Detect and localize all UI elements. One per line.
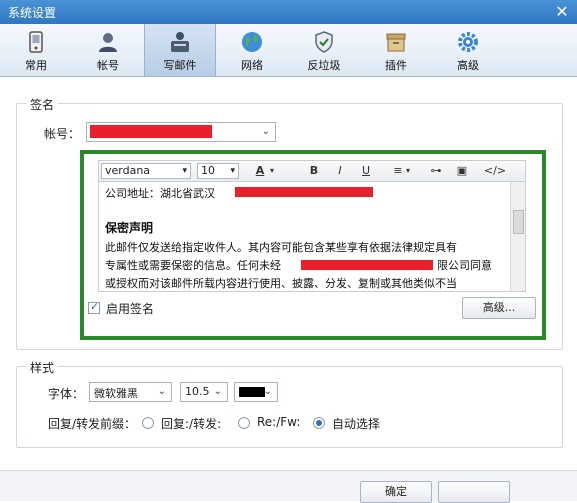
tab-antispam-label: 反垃圾 (307, 59, 341, 72)
tab-compose[interactable]: 写邮件 (144, 24, 216, 76)
close-icon[interactable]: ✕ (553, 3, 571, 21)
radio-reply-chinese-label: 回复:/转发: (161, 417, 222, 431)
settings-toolbar: 常用 帐号 写邮件 网络 反垃圾 插件 高级 (0, 24, 577, 77)
tab-advanced-label: 高级 (457, 59, 479, 72)
chevron-down-icon: ⌄ (213, 386, 222, 397)
redacted-company (301, 260, 433, 270)
font-select[interactable]: 微软雅黑 ⌄ (89, 382, 172, 402)
tab-antispam[interactable]: 反垃圾 (288, 24, 360, 76)
underline-button[interactable]: U (357, 163, 375, 179)
font-color-select[interactable]: ⌄ (234, 382, 278, 402)
enable-signature-checkbox[interactable]: ✓ (88, 300, 100, 314)
image-icon[interactable]: ▣ (453, 163, 471, 179)
signature-line-body-2b: 限公司同意 (437, 259, 492, 272)
chevron-down-icon: ▾ (182, 166, 187, 176)
chevron-down-icon: ⌄ (157, 386, 166, 397)
font-family-value: verdana (105, 164, 151, 177)
font-size-style-select[interactable]: 10.5 ⌄ (180, 382, 228, 402)
chevron-down-icon[interactable]: ▾ (403, 163, 413, 179)
font-family-select[interactable]: verdana ▾ (101, 163, 191, 179)
italic-button[interactable]: I (331, 163, 349, 179)
editor-scrollbar[interactable] (510, 182, 525, 291)
style-group (16, 366, 563, 448)
radio-reply-chinese[interactable] (142, 417, 154, 429)
enable-signature-label: 启用签名 (106, 302, 155, 316)
tab-plugins-label: 插件 (385, 59, 407, 72)
font-color-swatch (239, 387, 265, 397)
source-code-button[interactable]: </> (481, 163, 509, 179)
tab-network-label: 网络 (241, 59, 263, 72)
account-label: 帐号： (44, 127, 81, 141)
gear-icon (458, 32, 478, 52)
font-size-style-value: 10.5 (185, 385, 210, 398)
radio-re-fw-label: Re:/Fw: (257, 415, 301, 429)
radio-auto-select[interactable] (313, 417, 325, 429)
tab-plugins[interactable]: 插件 (360, 24, 432, 76)
reply-prefix-label: 回复/转发前缀： (48, 417, 137, 431)
link-icon[interactable]: ⊶ (427, 163, 445, 179)
style-group-title: 样式 (26, 359, 59, 376)
compose-icon (171, 32, 189, 52)
chevron-down-icon: ▾ (230, 166, 235, 176)
font-size-value: 10 (201, 164, 215, 177)
redacted-address (235, 187, 373, 197)
tab-advanced[interactable]: 高级 (432, 24, 504, 76)
tab-general[interactable]: 常用 (0, 24, 72, 76)
signature-group-title: 签名 (26, 96, 59, 113)
signature-line-body-1: 此邮件仅发送给指定收件人。其内容可能包含某些享有依据法律规定具有 (105, 241, 457, 254)
signature-content[interactable]: 公司地址：湖北省武汉 保密声明 此邮件仅发送给指定收件人。其内容可能包含某些享有… (98, 182, 526, 292)
user-icon (99, 33, 117, 52)
chevron-down-icon[interactable]: ▾ (267, 163, 277, 179)
font-value: 微软雅黑 (94, 387, 138, 400)
tab-compose-label: 写邮件 (163, 59, 197, 72)
signature-line-address: 公司地址：湖北省武汉 (105, 187, 215, 200)
check-icon: ✓ (90, 300, 100, 313)
plugin-box-icon (386, 33, 406, 52)
chevron-down-icon: ⌄ (263, 386, 272, 397)
phone-icon (29, 31, 43, 53)
radio-auto-select-label: 自动选择 (332, 417, 381, 431)
advanced-button[interactable]: 高级... (462, 297, 536, 319)
font-label: 字体： (48, 387, 85, 401)
globe-icon (242, 32, 262, 52)
bold-button[interactable]: B (305, 163, 323, 179)
editor-toolbar: verdana ▾ 10 ▾ A ▾ B I U ≡ ▾ ⊶ ▣ </> (98, 160, 526, 182)
signature-line-body-3: 或授权而对该邮件所载内容进行使用、披露、分发、复制或其他类似不当 (105, 277, 457, 290)
redacted-account (90, 125, 212, 138)
signature-line-heading: 保密声明 (105, 221, 154, 235)
chevron-down-icon: ⌄ (261, 126, 270, 137)
font-size-select[interactable]: 10 ▾ (197, 163, 239, 179)
tab-network[interactable]: 网络 (216, 24, 288, 76)
tab-general-label: 常用 (25, 59, 47, 72)
signature-editor-frame: verdana ▾ 10 ▾ A ▾ B I U ≡ ▾ ⊶ ▣ </> 公司地… (80, 150, 546, 340)
signature-line-body-2: 专属性或需要保密的信息。任何未经 (105, 259, 281, 272)
window-title: 系统设置 (8, 6, 57, 20)
title-bar: 系统设置 ✕ (0, 0, 577, 24)
tab-account-label: 帐号 (97, 59, 119, 72)
shield-icon (315, 31, 333, 53)
scrollbar-thumb[interactable] (513, 210, 524, 234)
tab-account[interactable]: 帐号 (72, 24, 144, 76)
radio-re-fw[interactable] (238, 417, 250, 429)
